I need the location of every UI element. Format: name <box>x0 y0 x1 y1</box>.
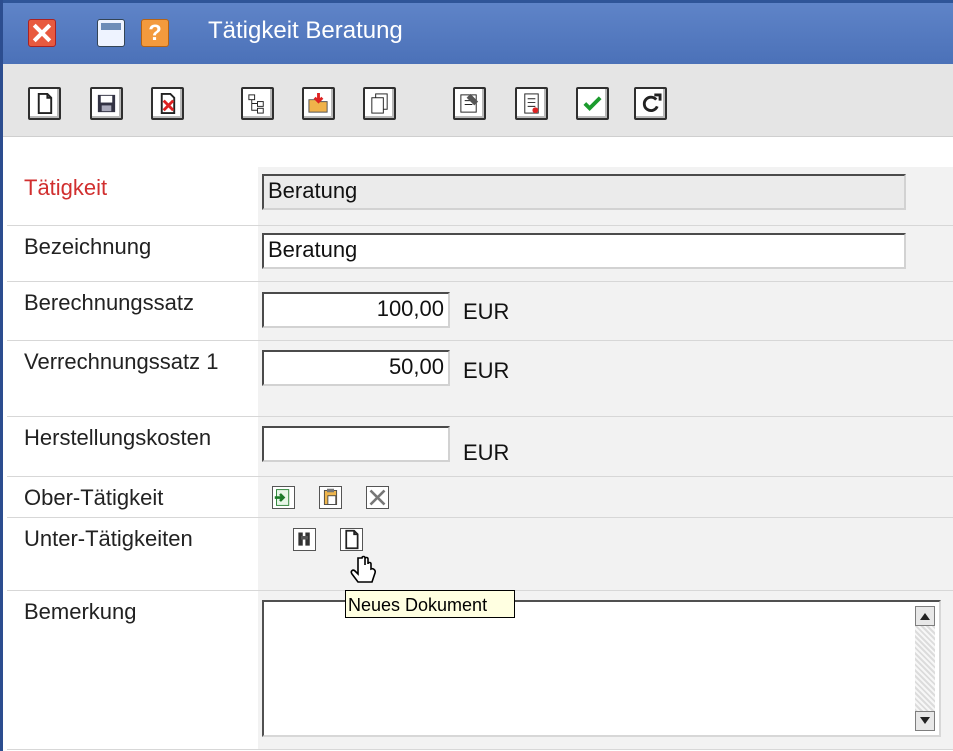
new-document-icon[interactable] <box>340 528 363 551</box>
unit-label: EUR <box>463 358 510 383</box>
minimize-icon[interactable] <box>97 19 125 47</box>
bemerkung-textarea[interactable] <box>262 600 941 737</box>
field-label: Berechnungssatz <box>24 290 194 315</box>
herstellungskosten-field[interactable] <box>262 426 450 462</box>
unit-label: EUR <box>463 440 510 465</box>
scroll-down-icon[interactable] <box>915 711 935 731</box>
row-bezeichnung: Bezeichnung Beratung <box>7 226 953 282</box>
field-label: Bemerkung <box>24 599 137 624</box>
hand-cursor-icon <box>350 555 376 583</box>
copy-icon[interactable] <box>363 87 396 120</box>
close-icon[interactable] <box>28 19 56 47</box>
bezeichnung-field[interactable]: Beratung <box>262 233 906 269</box>
search-icon[interactable] <box>293 528 316 551</box>
new-document-icon[interactable] <box>28 87 61 120</box>
document-list-icon[interactable] <box>515 87 548 120</box>
check-icon[interactable] <box>576 87 609 120</box>
field-label: Herstellungskosten <box>24 425 212 450</box>
paste-icon[interactable] <box>319 486 342 509</box>
structure-icon[interactable] <box>241 87 274 120</box>
field-label: Ober-Tätigkeit <box>24 485 164 510</box>
window: ? Tätigkeit Beratung Tätigkeit Beratung <box>0 0 953 751</box>
verrechnungssatz-field[interactable]: 50,00 <box>262 350 450 386</box>
field-label: Verrechnungssatz 1 <box>24 349 219 374</box>
window-title: Tätigkeit Beratung <box>208 17 403 44</box>
tooltip: Neues Dokument <box>345 590 515 618</box>
scrollbar[interactable] <box>915 606 935 731</box>
properties-icon[interactable] <box>453 87 486 120</box>
title-bar: ? Tätigkeit Beratung <box>3 0 953 64</box>
field-label: Bezeichnung <box>24 234 152 259</box>
row-unter-taetigkeiten: Unter-Tätigkeiten <box>7 518 953 591</box>
unit-label: EUR <box>463 299 510 324</box>
save-icon[interactable] <box>90 87 123 120</box>
assign-icon[interactable] <box>272 486 295 509</box>
berechnungssatz-field[interactable]: 100,00 <box>262 292 450 328</box>
field-label: Unter-Tätigkeiten <box>24 526 193 551</box>
delete-icon[interactable] <box>151 87 184 120</box>
row-ober-taetigkeit: Ober-Tätigkeit <box>7 477 953 518</box>
scroll-up-icon[interactable] <box>915 606 935 626</box>
open-folder-icon[interactable] <box>302 87 335 120</box>
remove-icon[interactable] <box>366 486 389 509</box>
help-icon[interactable]: ? <box>141 19 169 47</box>
row-taetigkeit: Tätigkeit Beratung <box>7 167 953 226</box>
row-verrechnungssatz: Verrechnungssatz 1 50,00 EUR <box>7 341 953 417</box>
row-herstellungskosten: Herstellungskosten EUR <box>7 417 953 477</box>
refresh-icon[interactable] <box>634 87 667 120</box>
row-berechnungssatz: Berechnungssatz 100,00 EUR <box>7 282 953 341</box>
field-label: Tätigkeit <box>24 175 108 200</box>
taetigkeit-field[interactable]: Beratung <box>262 174 906 210</box>
